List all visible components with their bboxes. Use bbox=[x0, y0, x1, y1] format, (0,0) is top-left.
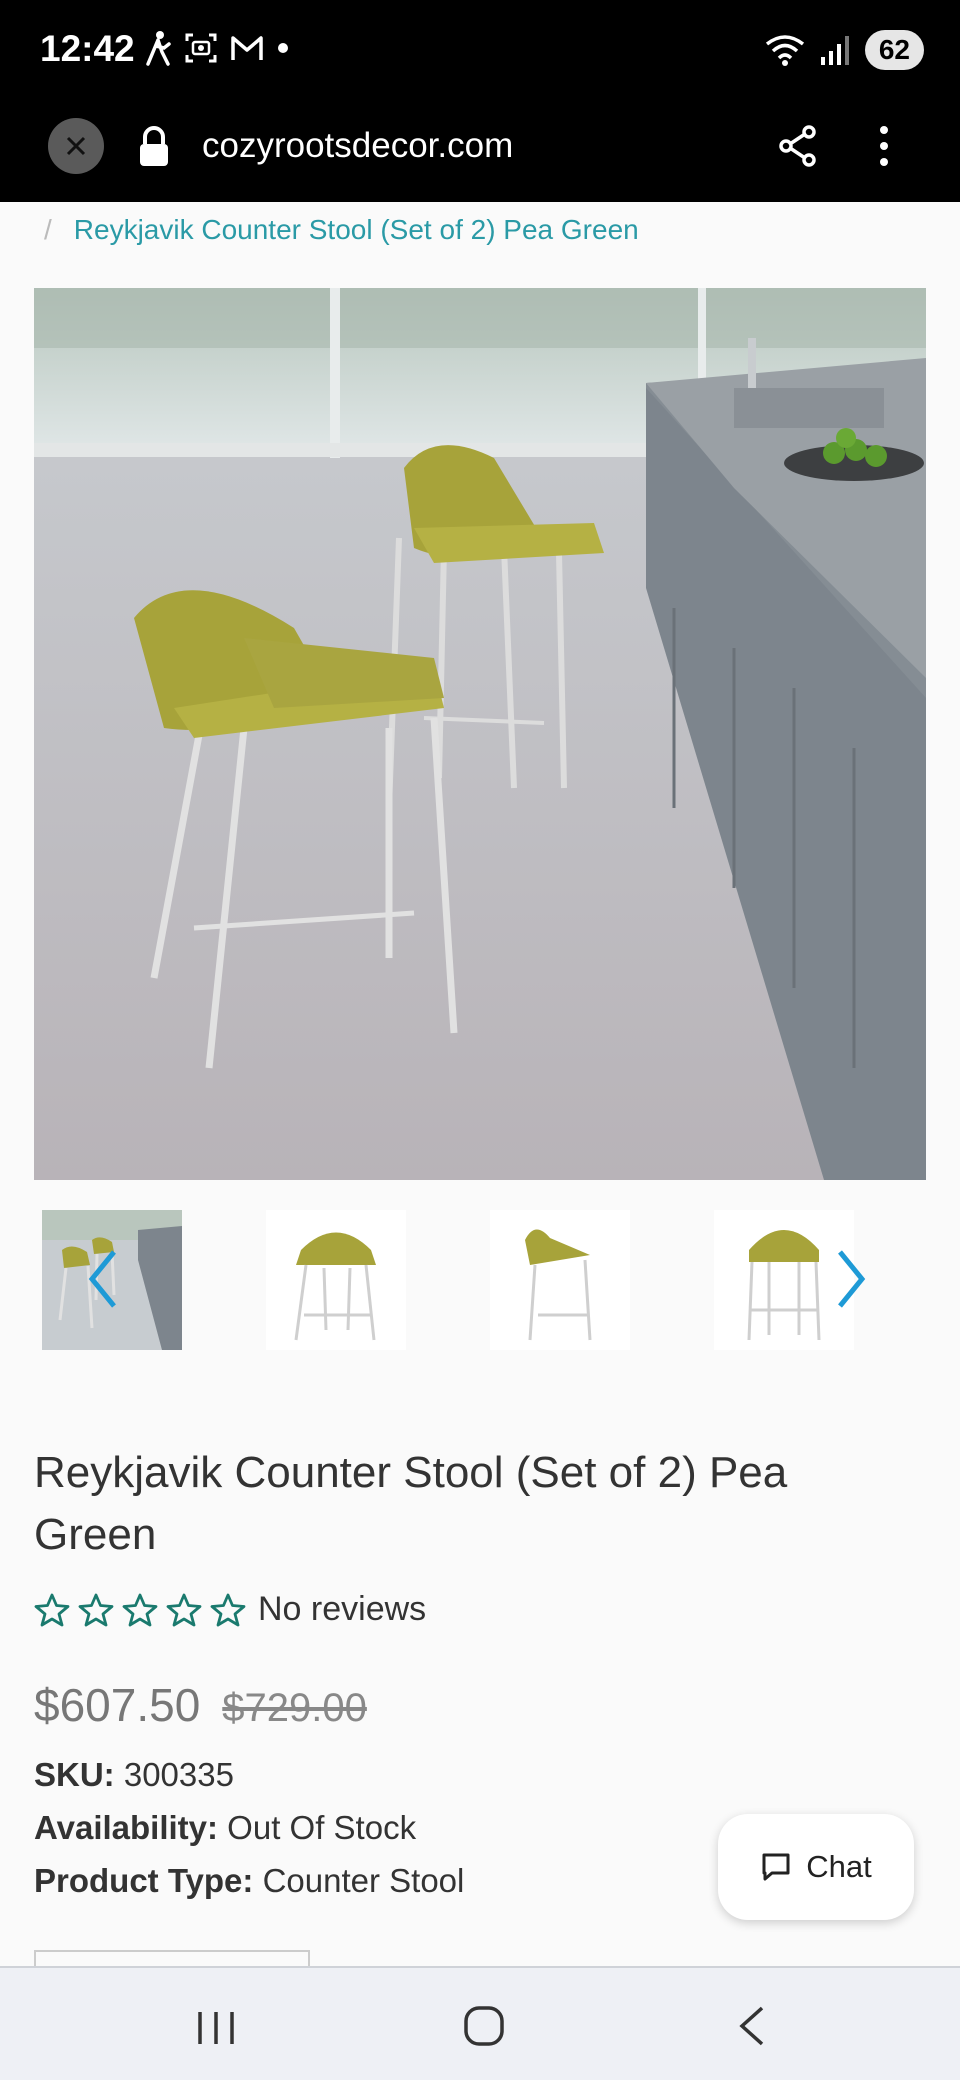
availability-value: Out Of Stock bbox=[227, 1809, 417, 1846]
thumbnail-image bbox=[747, 1230, 821, 1341]
thumbnail-2[interactable] bbox=[266, 1210, 406, 1350]
sku-value: 300335 bbox=[123, 1756, 234, 1793]
more-vertical-icon[interactable] bbox=[874, 124, 894, 168]
chat-label: Chat bbox=[806, 1849, 872, 1884]
screenshot-icon bbox=[185, 33, 217, 63]
star-outline-icon bbox=[34, 1593, 70, 1626]
status-time: 12:42 bbox=[40, 28, 135, 69]
product-type-label: Product Type: bbox=[34, 1862, 254, 1899]
thumbnail-3[interactable] bbox=[490, 1210, 630, 1350]
chevron-right-icon[interactable] bbox=[836, 1248, 866, 1310]
dot-icon bbox=[278, 43, 288, 53]
walk-icon bbox=[146, 31, 171, 66]
thumbnail-strip bbox=[42, 1210, 862, 1350]
lock-icon[interactable] bbox=[136, 126, 172, 168]
star-outline-icon bbox=[166, 1593, 202, 1626]
back-icon[interactable] bbox=[736, 2004, 766, 2048]
quantity-box-partial[interactable] bbox=[34, 1950, 310, 1966]
url-text[interactable]: cozyrootsdecor.com bbox=[202, 126, 513, 166]
breadcrumb-separator: / bbox=[44, 214, 52, 245]
product-main-image[interactable] bbox=[34, 288, 926, 1180]
home-icon[interactable] bbox=[462, 2004, 506, 2048]
price-row: $607.50 $729.00 bbox=[34, 1678, 367, 1732]
product-rating[interactable]: No reviews bbox=[34, 1590, 426, 1629]
reviews-text: No reviews bbox=[258, 1590, 427, 1628]
thumbnail-image bbox=[294, 1232, 376, 1341]
product-type-row: Product Type: Counter Stool bbox=[34, 1862, 464, 1900]
availability-row: Availability: Out Of Stock bbox=[34, 1809, 416, 1847]
wifi-icon bbox=[765, 35, 804, 66]
chat-bubble-icon bbox=[762, 1853, 790, 1881]
product-title: Reykjavik Counter Stool (Set of 2) Pea G… bbox=[34, 1448, 788, 1559]
breadcrumb-current[interactable]: Reykjavik Counter Stool (Set of 2) Pea G… bbox=[74, 214, 639, 246]
status-bar: 12:42 62 bbox=[0, 0, 960, 104]
chat-button[interactable]: Chat bbox=[718, 1814, 914, 1920]
close-icon bbox=[66, 136, 86, 156]
chevron-left-icon[interactable] bbox=[88, 1248, 118, 1310]
close-tab-button[interactable] bbox=[48, 118, 104, 174]
mail-icon bbox=[231, 36, 263, 60]
star-outline-icon bbox=[122, 1593, 158, 1626]
share-icon[interactable] bbox=[778, 124, 818, 168]
sku-row: SKU: 300335 bbox=[34, 1756, 234, 1794]
availability-label: Availability: bbox=[34, 1809, 218, 1846]
recents-icon[interactable] bbox=[196, 2010, 236, 2046]
thumbnail-4[interactable] bbox=[714, 1210, 854, 1350]
compare-price: $729.00 bbox=[222, 1686, 367, 1730]
star-outline-icon bbox=[78, 1593, 114, 1626]
product-type-value: Counter Stool bbox=[262, 1862, 465, 1899]
status-icons-right: 62 bbox=[763, 30, 924, 70]
battery-indicator: 62 bbox=[864, 30, 924, 70]
rating-stars bbox=[34, 1593, 246, 1627]
sale-price: $607.50 bbox=[34, 1679, 201, 1731]
status-icons-left bbox=[144, 30, 290, 66]
sku-label: SKU: bbox=[34, 1756, 115, 1793]
breadcrumb: / Reykjavik Counter Stool (Set of 2) Pea… bbox=[44, 214, 639, 246]
signal-icon bbox=[820, 36, 849, 65]
star-outline-icon bbox=[210, 1593, 246, 1626]
product-photo bbox=[34, 288, 926, 1180]
thumbnail-image bbox=[525, 1229, 592, 1341]
